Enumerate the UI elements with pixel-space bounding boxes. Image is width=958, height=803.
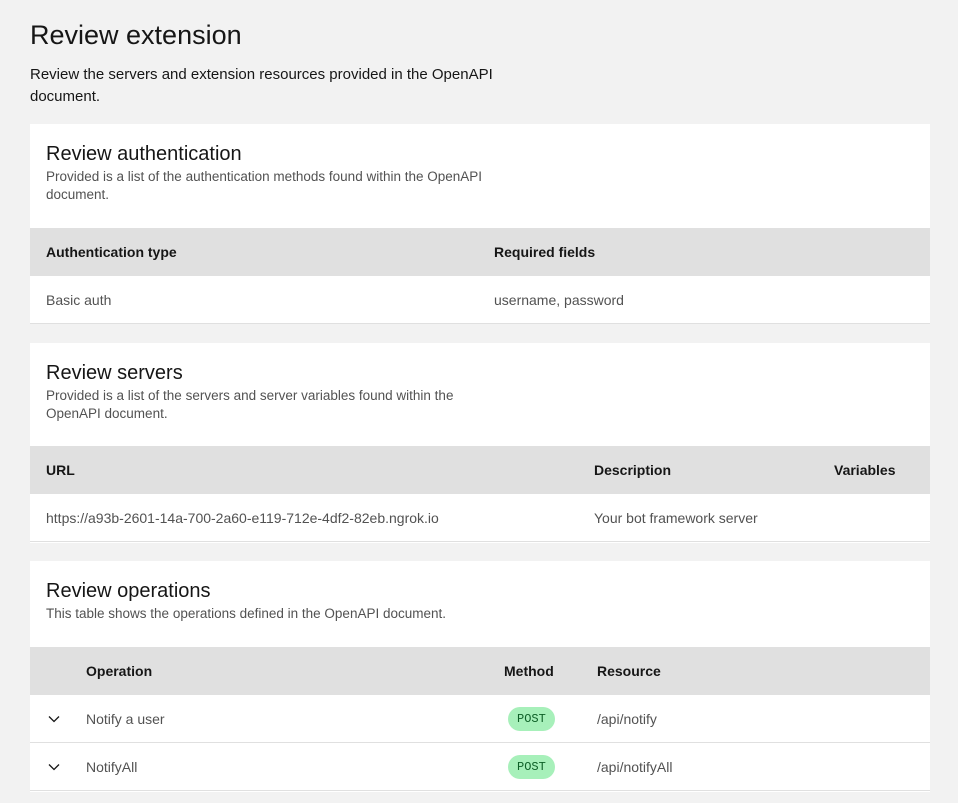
servers-table-header: URL Description Variables [30,446,930,494]
operation-name-cell: NotifyAll [86,759,138,775]
operation-name-cell: Notify a user [86,711,165,727]
servers-title: Review servers [46,362,183,384]
authentication-section: Review authentication Provided is a list… [30,124,930,324]
table-row: https://a93b-2601-14a-700-2a60-e119-712e… [30,494,930,542]
method-tag: POST [508,707,555,731]
resource-cell: /api/notifyAll [597,759,673,775]
operations-title: Review operations [46,580,211,602]
table-row[interactable]: NotifyAll POST /api/notifyAll [30,743,930,791]
column-header-authentication-type[interactable]: Authentication type [46,228,177,276]
chevron-down-icon[interactable] [44,759,64,775]
table-row: Basic auth username, password [30,276,930,324]
server-description-cell: Your bot framework server [594,510,758,526]
servers-section: Review servers Provided is a list of the… [30,343,930,543]
column-header-operation[interactable]: Operation [86,647,152,695]
page-description: Review the servers and extension resourc… [30,66,493,105]
authentication-type-cell: Basic auth [46,292,112,308]
required-fields-cell: username, password [494,292,624,308]
column-header-url[interactable]: URL [46,446,75,494]
column-header-method[interactable]: Method [504,647,554,695]
method-tag: POST [508,755,555,779]
operations-description: This table shows the operations defined … [46,606,446,621]
authentication-title: Review authentication [46,143,242,165]
servers-description: Provided is a list of the servers and se… [46,388,454,421]
chevron-down-icon[interactable] [44,711,64,727]
column-header-variables[interactable]: Variables [834,446,896,494]
column-header-description[interactable]: Description [594,446,671,494]
operations-table-header: Operation Method Resource [30,647,930,695]
server-url-cell: https://a93b-2601-14a-700-2a60-e119-712e… [46,510,439,526]
page-title: Review extension [30,20,242,50]
column-header-required-fields[interactable]: Required fields [494,228,595,276]
authentication-description: Provided is a list of the authentication… [46,169,483,202]
operations-section: Review operations This table shows the o… [30,561,930,792]
column-header-resource[interactable]: Resource [597,647,661,695]
authentication-table-header: Authentication type Required fields [30,228,930,276]
resource-cell: /api/notify [597,711,657,727]
table-row[interactable]: Notify a user POST /api/notify [30,695,930,743]
